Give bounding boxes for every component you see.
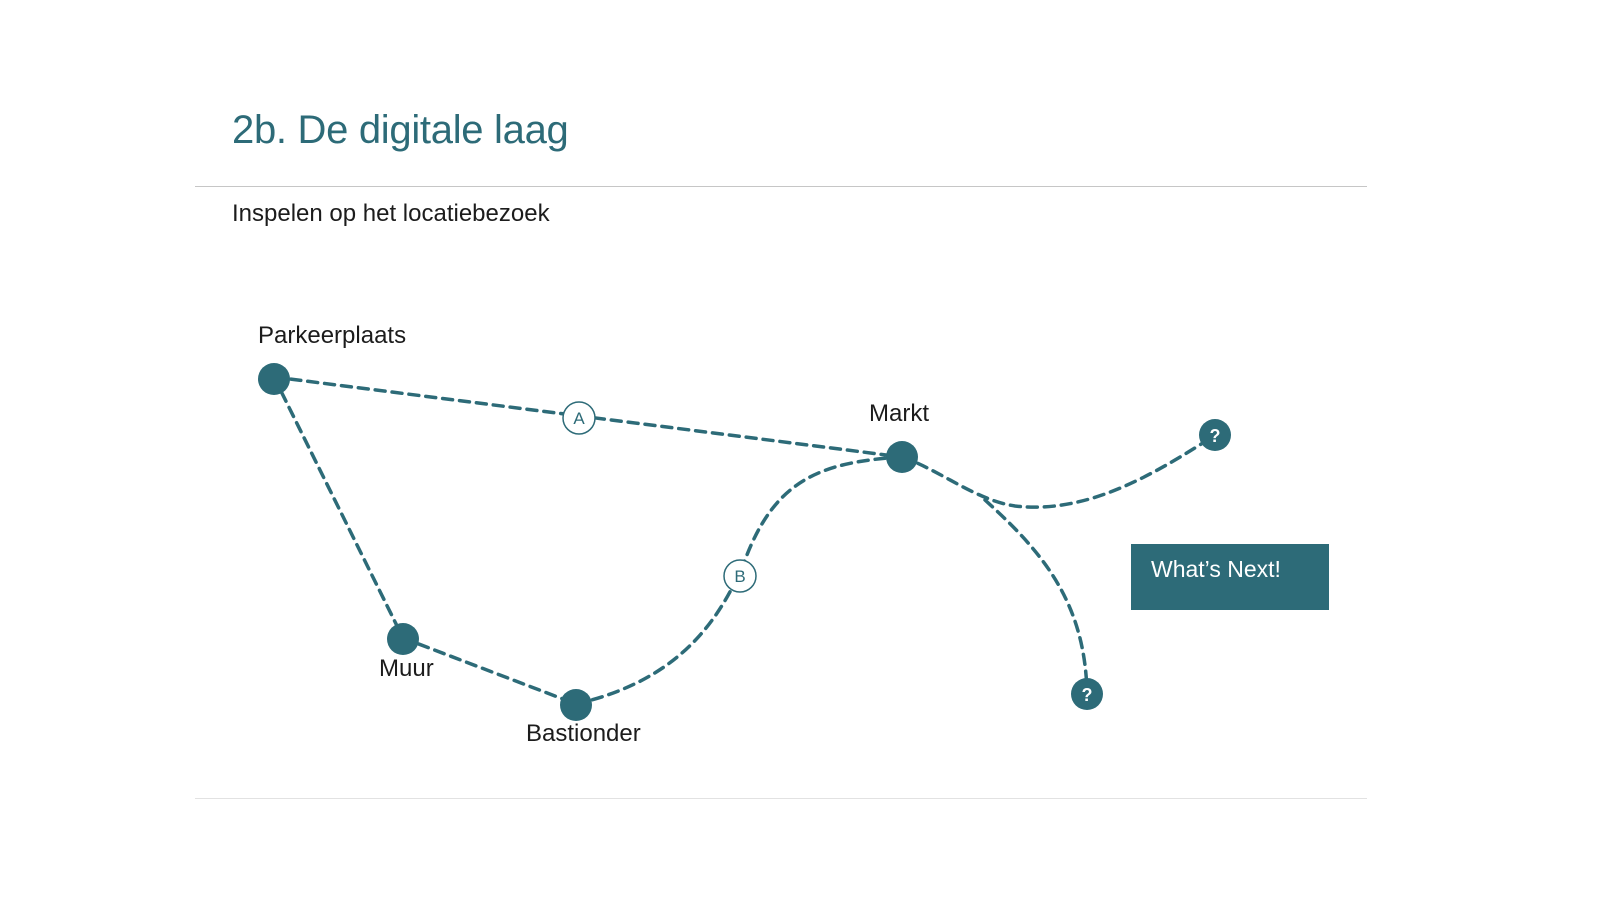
route-marker-a: A [562, 401, 596, 435]
label-parkeerplaats: Parkeerplaats [258, 322, 406, 349]
node-markt [886, 441, 918, 473]
question-mark-icon: ? [1210, 426, 1221, 446]
svg-text:A: A [573, 409, 585, 428]
route-diagram: A B ? ? Parkeerplaats Markt Muur Bastion… [258, 322, 1231, 747]
svg-text:B: B [734, 567, 745, 586]
label-bastionder: Bastionder [526, 720, 641, 747]
bottom-divider [195, 798, 1367, 799]
label-muur: Muur [379, 655, 434, 682]
unknown-destination-2: ? [1071, 678, 1103, 710]
node-muur [387, 623, 419, 655]
route-line-parkeerplaats-muur [272, 375, 405, 640]
question-mark-icon: ? [1082, 685, 1093, 705]
node-bastionder [560, 689, 592, 721]
unknown-destination-1: ? [1199, 419, 1231, 451]
label-markt: Markt [869, 400, 929, 427]
whats-next-button[interactable]: What’s Next! [1131, 544, 1329, 610]
route-line-markt-unknown-1 [900, 434, 1216, 509]
route-line-markt-unknown-2 [983, 498, 1089, 695]
route-marker-b: B [723, 559, 757, 593]
node-parkeerplaats [258, 363, 290, 395]
